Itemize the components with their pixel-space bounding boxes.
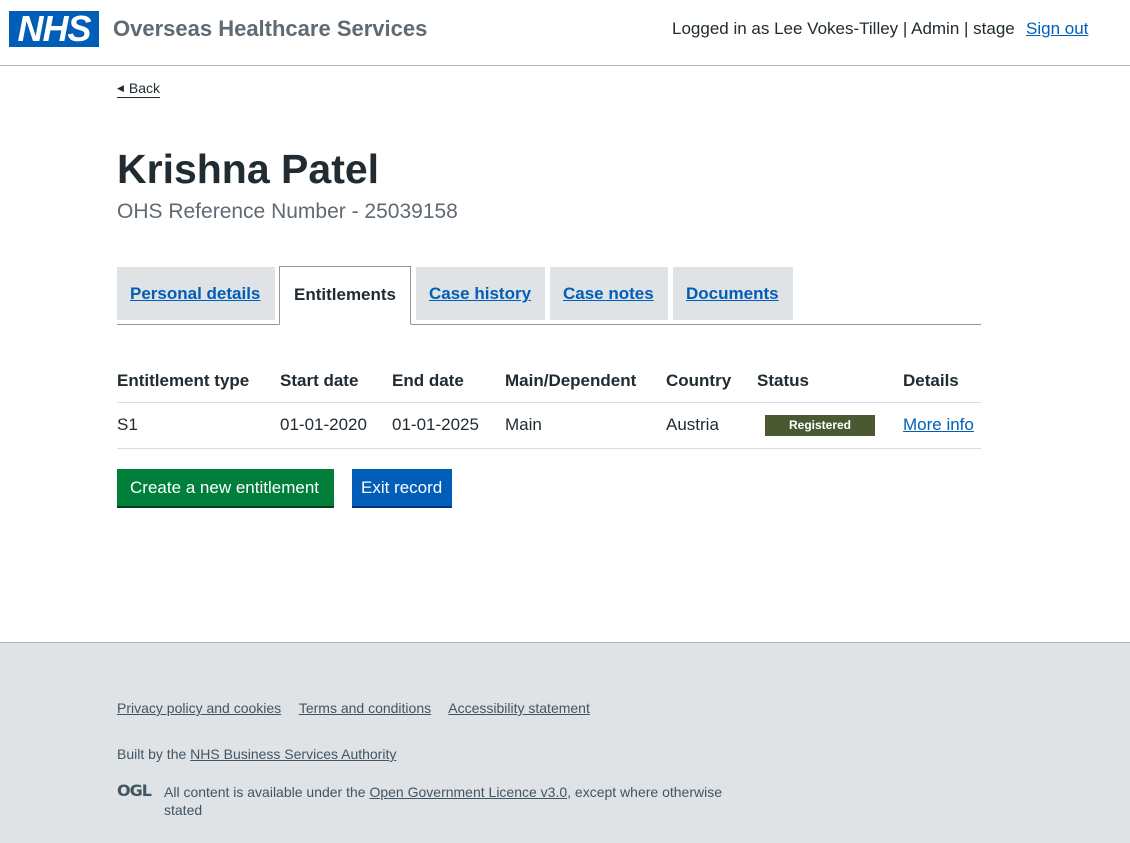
tab-case-history[interactable]: Case history xyxy=(416,267,545,320)
tab-documents[interactable]: Documents xyxy=(673,267,793,320)
chevron-left-icon: ◀ xyxy=(117,83,124,93)
column-header: Status xyxy=(757,360,903,403)
column-header: Country xyxy=(666,360,757,403)
back-link-label: Back xyxy=(128,80,161,96)
cell-end-date: 01-01-2025 xyxy=(392,402,505,449)
more-info-link[interactable]: More info xyxy=(903,415,974,434)
cell-main-dependent: Main xyxy=(505,402,666,449)
cell-start-date: 01-01-2020 xyxy=(280,402,392,449)
site-header: NHS Overseas Healthcare Services Logged … xyxy=(0,0,1130,66)
exit-record-button[interactable]: Exit record xyxy=(352,469,452,506)
cell-status: Registered xyxy=(757,402,903,449)
back-link[interactable]: ◀ Back xyxy=(117,80,161,98)
entitlements-table: Entitlement type Start date End date Mai… xyxy=(117,360,981,449)
cell-country: Austria xyxy=(666,402,757,449)
page-title: Krishna Patel xyxy=(117,146,380,192)
tab-entitlements[interactable]: Entitlements xyxy=(279,266,411,325)
table-header-row: Entitlement type Start date End date Mai… xyxy=(117,360,981,403)
reference-number: OHS Reference Number - 25039158 xyxy=(117,200,458,223)
nhsbsa-link[interactable]: NHS Business Services Authority xyxy=(190,746,396,762)
user-info: Logged in as Lee Vokes-Tilley | Admin | … xyxy=(672,19,1015,38)
built-by-prefix: Built by the xyxy=(117,746,191,762)
create-entitlement-button[interactable]: Create a new entitlement xyxy=(117,469,334,506)
column-header: End date xyxy=(392,360,505,403)
service-name[interactable]: Overseas Healthcare Services xyxy=(113,16,427,42)
column-header: Entitlement type xyxy=(117,360,280,403)
footer-link-privacy[interactable]: Privacy policy and cookies xyxy=(117,700,281,716)
sign-out-link[interactable]: Sign out xyxy=(1026,19,1088,39)
column-header: Start date xyxy=(280,360,392,403)
column-header: Details xyxy=(903,360,981,403)
tab-list: Personal details Entitlements Case histo… xyxy=(117,266,981,325)
licence-text: All content is available under the Open … xyxy=(164,783,754,819)
site-footer: Privacy policy and cookies Terms and con… xyxy=(0,642,1130,843)
column-header: Main/Dependent xyxy=(505,360,666,403)
ogl-licence-link[interactable]: Open Government Licence v3.0 xyxy=(369,784,567,800)
table-row: S1 01-01-2020 01-01-2025 Main Austria Re… xyxy=(117,402,981,449)
tab-personal-details[interactable]: Personal details xyxy=(117,267,275,320)
ogl-logo: OGL xyxy=(117,781,152,800)
footer-link-accessibility[interactable]: Accessibility statement xyxy=(448,700,590,716)
cell-entitlement-type: S1 xyxy=(117,402,280,449)
licence-prefix: All content is available under the xyxy=(164,784,370,800)
footer-links: Privacy policy and cookies Terms and con… xyxy=(117,700,604,716)
cell-details: More info xyxy=(903,402,981,449)
status-badge: Registered xyxy=(765,415,875,436)
built-by-text: Built by the NHS Business Services Autho… xyxy=(117,746,396,762)
tab-case-notes[interactable]: Case notes xyxy=(550,267,668,320)
nhs-logo[interactable]: NHS xyxy=(9,11,99,47)
footer-link-terms[interactable]: Terms and conditions xyxy=(299,700,431,716)
